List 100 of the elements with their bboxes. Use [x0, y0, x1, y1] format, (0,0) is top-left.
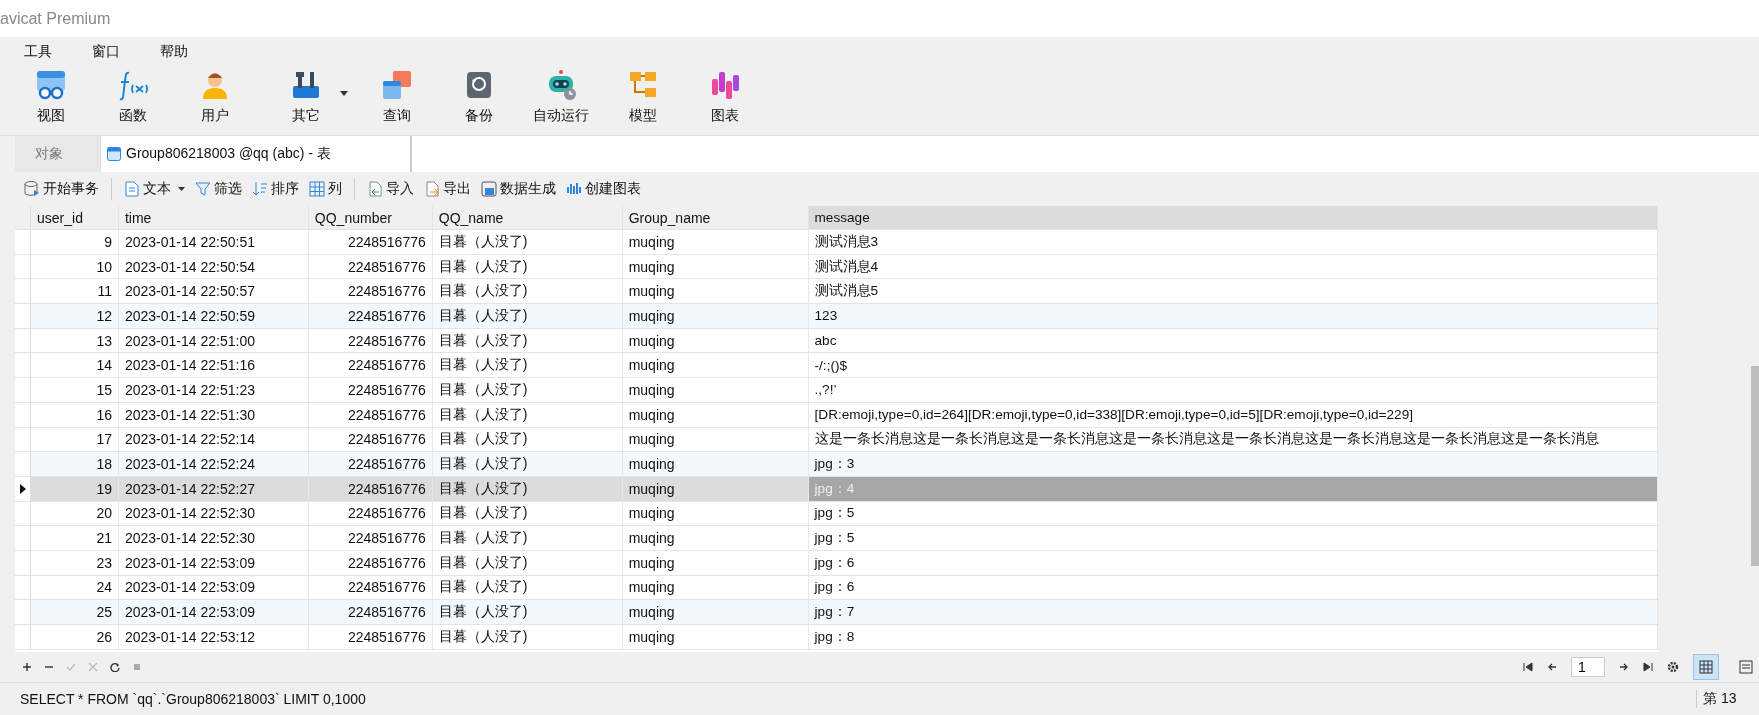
- toolbar-button[interactable]: 备份: [438, 67, 520, 127]
- toolbar-button[interactable]: 列: [305, 178, 346, 200]
- table-cell: 11: [31, 279, 119, 304]
- last-page-icon: [1643, 662, 1653, 672]
- tools-icon: [290, 69, 322, 101]
- table-cell: 2248516776: [308, 328, 433, 353]
- table-row[interactable]: 20 2023-01-14 22:52:30 2248516776 目暮（人没了) muqing jpg：5: [15, 501, 1658, 527]
- toolbar-button[interactable]: 创建图表: [562, 178, 645, 200]
- table-cell: 2023-01-14 22:50:51: [118, 230, 309, 254]
- table-cell: jpg：4: [808, 476, 1658, 501]
- table-row[interactable]: 17 2023-01-14 22:52:14 2248516776 目暮（人没了) muqing 这是一条长消息这是一条长消息这是一条长消息这是一条长消息这是一条长消息这是一条长消息这是一条长消息这是一条长消息: [15, 427, 1658, 453]
- table-cell: 2023-01-14 22:50:57: [118, 279, 309, 304]
- table-row[interactable]: 11 2023-01-14 22:50:57 2248516776 目暮（人没了) muqing 测试消息5: [15, 279, 1658, 305]
- record-position: 第 13: [1696, 690, 1759, 708]
- table-cell: muqing: [622, 575, 809, 600]
- table-row[interactable]: 25 2023-01-14 22:53:09 2248516776 目暮（人没了) muqing jpg：7: [15, 600, 1658, 625]
- table-row[interactable]: 16 2023-01-14 22:51:30 2248516776 目暮（人没了) muqing [DR:emoji,type=0,id=264][DR:emoji,type=0,id=338][DR:emoji,type=0,id=5][DR:emoji,type=0,id=229]: [15, 402, 1658, 428]
- toolbar-button[interactable]: 数据生成: [477, 178, 560, 200]
- table-cell: jpg：5: [808, 526, 1658, 550]
- table-cell: 目暮（人没了): [432, 575, 623, 600]
- table-cell: muqing: [622, 304, 809, 328]
- table-row[interactable]: 23 2023-01-14 22:53:09 2248516776 目暮（人没了) muqing jpg：6: [15, 550, 1658, 576]
- table-row[interactable]: 21 2023-01-14 22:52:30 2248516776 目暮（人没了) muqing jpg：5: [15, 526, 1658, 551]
- table-row[interactable]: 13 2023-01-14 22:51:00 2248516776 目暮（人没了) muqing abc: [15, 328, 1658, 354]
- toolbar-button[interactable]: 视图: [10, 67, 92, 127]
- table-cell: 2023-01-14 22:51:00: [118, 328, 309, 353]
- table-cell: muqing: [622, 501, 809, 526]
- toolbar-button[interactable]: 用户: [174, 67, 256, 127]
- table-cell: muqing: [622, 452, 809, 476]
- table-row[interactable]: 18 2023-01-14 22:52:24 2248516776 目暮（人没了) muqing jpg：3: [15, 452, 1658, 477]
- table-cell: 2023-01-14 22:52:27: [118, 476, 309, 501]
- tab[interactable]: 对象: [15, 136, 101, 172]
- toolbar-button[interactable]: 筛选: [191, 178, 246, 200]
- table-icon: [107, 147, 121, 161]
- column-header[interactable]: message: [808, 206, 1658, 229]
- column-header[interactable]: time: [118, 206, 309, 229]
- grid-view-button[interactable]: [1693, 654, 1719, 680]
- toolbar-button[interactable]: 模型: [602, 67, 684, 127]
- table-row[interactable]: 9 2023-01-14 22:50:51 2248516776 目暮（人没了) muqing 测试消息3: [15, 230, 1658, 255]
- toolbar-button[interactable]: 自动运行: [520, 67, 602, 127]
- tab[interactable]: Group806218003 @qq (abc) - 表: [101, 136, 411, 172]
- table-cell: 2023-01-14 22:53:09: [118, 600, 309, 624]
- menu-item[interactable]: 工具: [24, 43, 92, 61]
- menu-item[interactable]: 窗口: [92, 43, 160, 61]
- table-cell: muqing: [622, 476, 809, 501]
- table-row[interactable]: 24 2023-01-14 22:53:09 2248516776 目暮（人没了) muqing jpg：6: [15, 575, 1658, 601]
- table-cell: 25: [31, 600, 119, 624]
- table-cell: 目暮（人没了): [432, 378, 623, 402]
- table-cell: jpg：7: [808, 600, 1658, 624]
- table-cell: 目暮（人没了): [432, 353, 623, 378]
- table-cell: 2023-01-14 22:53:09: [118, 575, 309, 600]
- stop-icon: [132, 662, 142, 672]
- form-icon: [1739, 660, 1753, 674]
- chart-icon: [566, 181, 582, 197]
- table-cell: muqing: [622, 353, 809, 378]
- column-header[interactable]: QQ_name: [432, 206, 623, 229]
- table-cell: 2248516776: [308, 550, 433, 575]
- filter-icon: [195, 181, 211, 197]
- data-generator-icon: [481, 181, 497, 197]
- table-row[interactable]: 10 2023-01-14 22:50:54 2248516776 目暮（人没了) muqing 测试消息4: [15, 254, 1658, 280]
- table-cell: 2248516776: [308, 279, 433, 304]
- column-header[interactable]: user_id: [31, 206, 119, 229]
- row-header[interactable]: [15, 476, 31, 501]
- current-row-icon: [19, 483, 26, 494]
- column-header[interactable]: QQ_number: [308, 206, 433, 229]
- toolbar-button[interactable]: 排序: [248, 178, 303, 200]
- table-row[interactable]: 12 2023-01-14 22:50:59 2248516776 目暮（人没了) muqing 123: [15, 304, 1658, 329]
- bar-chart-icon: [709, 69, 741, 101]
- toolbar-button[interactable]: 导入: [363, 178, 418, 200]
- table-cell: 2248516776: [308, 230, 433, 254]
- column-header[interactable]: Group_name: [622, 206, 809, 229]
- toolbar-button[interactable]: 其它: [256, 67, 356, 127]
- page-field[interactable]: 1: [1571, 657, 1605, 677]
- table-cell: 目暮（人没了): [432, 279, 623, 304]
- table-cell: muqing: [622, 625, 809, 649]
- table-cell: 2248516776: [308, 452, 433, 476]
- toolbar-button[interactable]: 开始事务: [20, 178, 103, 200]
- table-cell: 2248516776: [308, 526, 433, 550]
- table-row[interactable]: 15 2023-01-14 22:51:23 2248516776 目暮（人没了) muqing .,?!’: [15, 378, 1658, 403]
- table-cell: jpg：5: [808, 501, 1658, 526]
- table-cell: 2248516776: [308, 427, 433, 452]
- caret-icon: [340, 91, 348, 96]
- scrollbar[interactable]: [1751, 366, 1759, 566]
- table-cell: 16: [31, 402, 119, 427]
- table-row[interactable]: 26 2023-01-14 22:53:12 2248516776 目暮（人没了) muqing jpg：8: [15, 625, 1658, 650]
- table-cell: 17: [31, 427, 119, 452]
- toolbar-button[interactable]: 文本: [120, 178, 189, 200]
- table-cell: 18: [31, 452, 119, 476]
- table-cell: 目暮（人没了): [432, 550, 623, 575]
- toolbar-button[interactable]: 导出: [420, 178, 475, 200]
- table-cell: 目暮（人没了): [432, 526, 623, 550]
- table-cell: 2023-01-14 22:50:59: [118, 304, 309, 328]
- toolbar-button[interactable]: 图表: [684, 67, 766, 127]
- table-cell: 2248516776: [308, 476, 433, 501]
- toolbar-button[interactable]: 函数: [92, 67, 174, 127]
- table-row[interactable]: 19 2023-01-14 22:52:27 2248516776 目暮（人没了) muqing jpg：4: [15, 476, 1658, 502]
- table-cell: 2248516776: [308, 600, 433, 624]
- table-row[interactable]: 14 2023-01-14 22:51:16 2248516776 目暮（人没了) muqing -/:;()$: [15, 353, 1658, 379]
- menu-item[interactable]: 帮助: [160, 43, 228, 61]
- toolbar-button[interactable]: 查询: [356, 67, 438, 127]
